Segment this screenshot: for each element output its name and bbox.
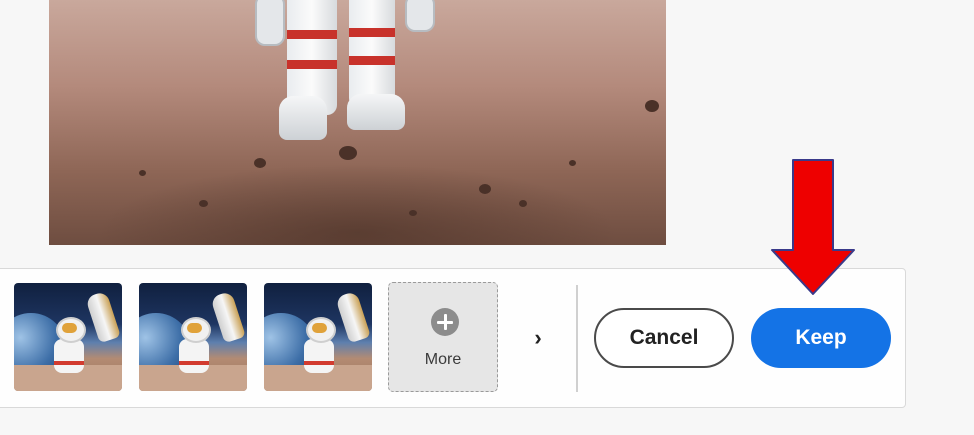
down-arrow-icon xyxy=(771,159,855,295)
variation-thumbnail-2[interactable] xyxy=(139,283,247,391)
keep-button[interactable]: Keep xyxy=(751,308,891,368)
variation-thumbnail-3[interactable] xyxy=(264,283,372,391)
more-variations-button[interactable]: More xyxy=(388,282,498,392)
toolbar-divider xyxy=(576,285,578,392)
astronaut-right-hand xyxy=(405,0,435,32)
cancel-button[interactable]: Cancel xyxy=(594,308,734,368)
plus-circle-icon xyxy=(431,308,459,336)
generated-image-preview xyxy=(49,0,666,245)
astronaut-left-hand xyxy=(255,0,285,46)
astronaut-right-boot xyxy=(347,94,405,130)
chevron-right-icon[interactable]: › xyxy=(526,323,550,353)
astronaut-left-boot xyxy=(279,96,327,140)
variation-thumbnail-1[interactable] xyxy=(14,283,122,391)
more-label: More xyxy=(424,351,462,368)
astronaut-right-leg xyxy=(349,0,395,108)
